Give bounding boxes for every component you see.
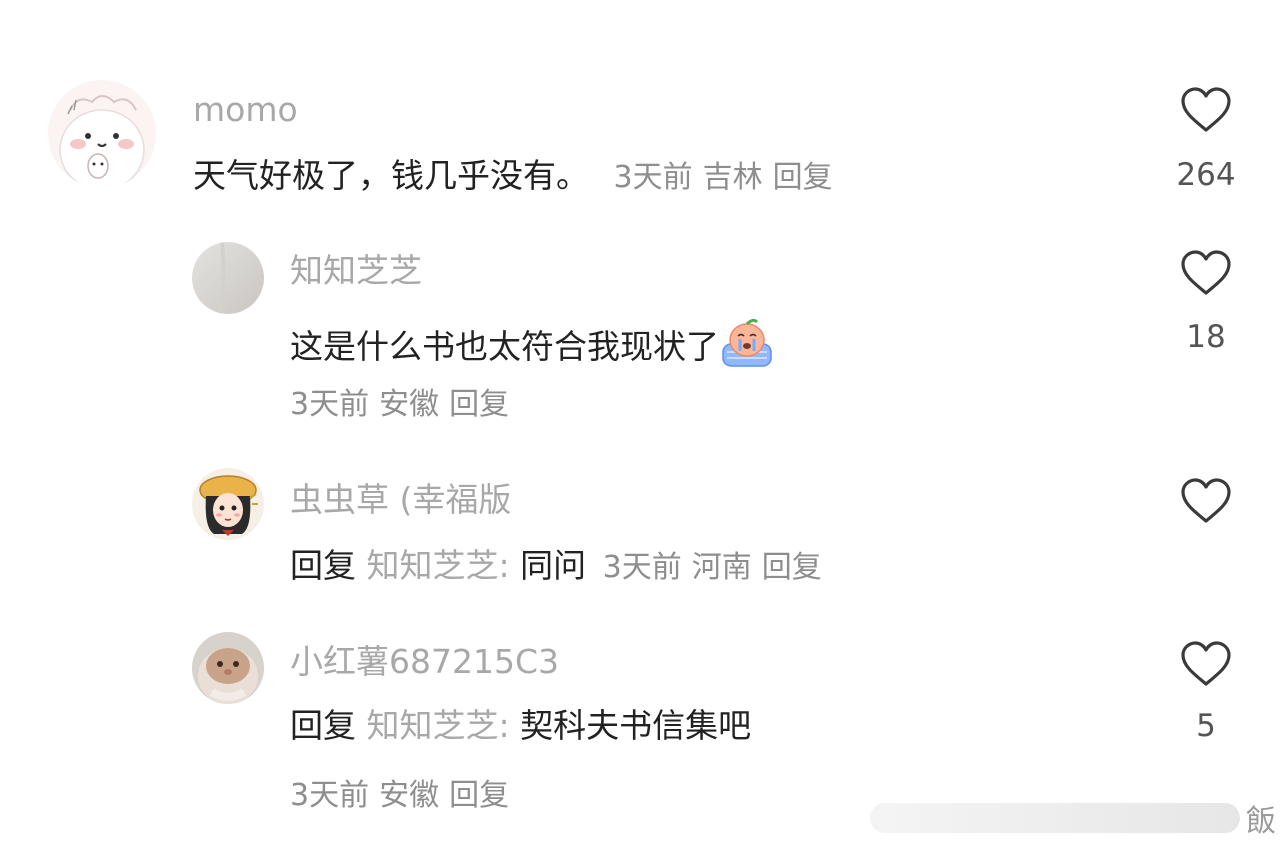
reply-button[interactable]: 回复 [449,778,509,813]
avatar[interactable] [192,242,264,314]
reply-prefix: 回复 [290,546,356,585]
comment-location: 安徽 [379,778,440,813]
comment-username[interactable]: momo [193,90,298,130]
watermark-char: 飯 [1246,804,1276,839]
comment-time: 3天前 [290,387,370,422]
reply-button[interactable]: 回复 [773,160,833,195]
like-count: 264 [1176,157,1236,193]
reply-button[interactable]: 回复 [449,387,509,422]
comment-body: 回复 知知芝芝: 同问 3天前 河南 回复 [290,545,832,589]
heart-outline-icon [1181,478,1231,523]
like-count: 5 [1196,708,1216,744]
comment-body: 天气好极了，钱几乎没有。 3天前 吉林 回复 [193,155,843,199]
like-button[interactable] [1176,245,1236,301]
comment-location: 河南 [691,550,752,585]
like-button[interactable] [1176,82,1236,138]
like-button[interactable] [1176,473,1236,529]
comment-body: 回复 知知芝芝: 契科夫书信集吧 [290,705,751,747]
avatar[interactable] [48,80,156,188]
watermark: 飯 [870,798,1284,839]
like-count: 18 [1186,319,1226,355]
reply-button[interactable]: 回复 [762,550,822,585]
comment-username[interactable]: 小红薯687215C3 [290,642,559,682]
comment-meta: 3天前 安徽 回复 [290,776,519,816]
reply-target-username[interactable]: 知知芝芝: [367,706,510,745]
comment-location: 安徽 [379,387,440,422]
comment-time: 3天前 [290,778,370,813]
crying-peach-emoji-icon [719,314,775,370]
avatar[interactable] [192,468,264,540]
watermark-bar [870,803,1240,833]
comment-meta: 3天前 吉林 回复 [614,160,843,195]
reply-prefix: 回复 [290,706,356,745]
reply-target-username[interactable]: 知知芝芝: [367,546,510,585]
comment-time: 3天前 [602,550,682,585]
heart-outline-icon [1181,250,1231,295]
comment-text: 契科夫书信集吧 [520,706,752,745]
comment-body: 这是什么书也太符合我现状了 [290,314,775,370]
comment-text: 天气好极了，钱几乎没有。 [193,156,589,195]
heart-outline-icon [1181,87,1231,132]
comment-meta: 3天前 安徽 回复 [290,385,519,425]
heart-outline-icon [1181,641,1231,686]
avatar[interactable] [192,632,264,704]
gray-avatar-icon [192,242,264,314]
like-button[interactable] [1176,636,1236,692]
comment-username[interactable]: 知知芝芝 [290,251,422,291]
comment-text: 这是什么书也太符合我现状了 [290,327,719,366]
comment-meta: 3天前 河南 回复 [603,550,832,585]
anime-girl-avatar-icon [192,468,264,540]
comment-text: 同问 [520,546,587,585]
bunny-avatar-icon [48,80,156,188]
comment-username[interactable]: 虫虫草 (幸福版 [290,480,511,520]
cat-avatar-icon [192,632,264,704]
comment-time: 3天前 [613,160,693,195]
comment-location: 吉林 [702,160,763,195]
